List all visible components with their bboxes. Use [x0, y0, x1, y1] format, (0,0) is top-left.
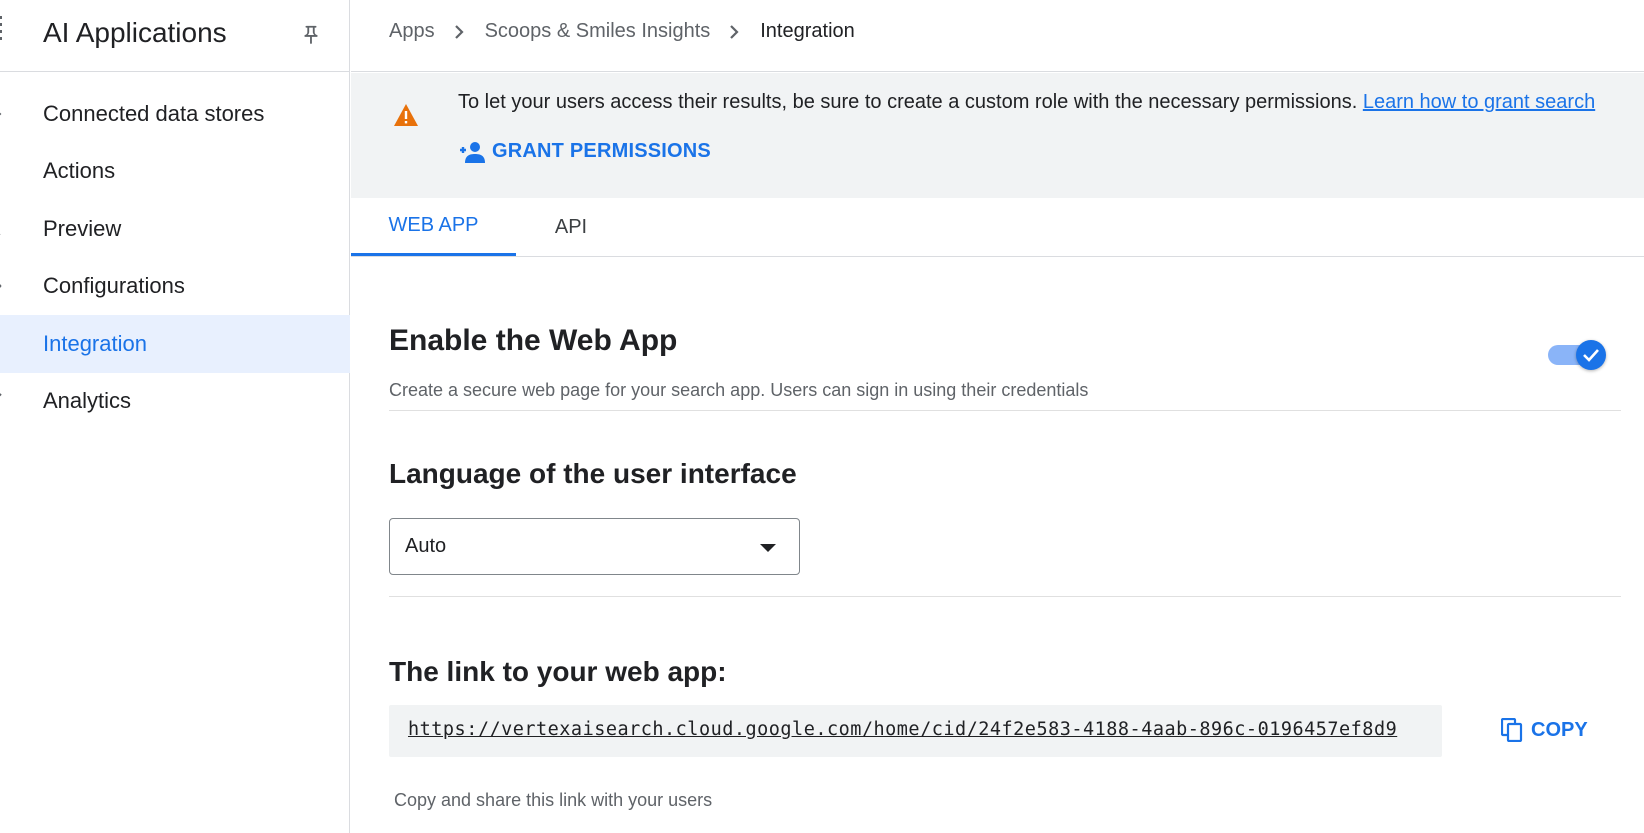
- language-select[interactable]: Auto: [389, 518, 800, 575]
- tab-web-app[interactable]: WEB APP: [351, 198, 516, 256]
- sidebar-item-connected-data-stores[interactable]: Connected data stores: [0, 85, 350, 143]
- divider: [389, 410, 1621, 411]
- sidebar-item-label: Analytics: [43, 388, 132, 414]
- pin-icon[interactable]: [300, 22, 322, 48]
- tab-api[interactable]: API: [516, 198, 626, 256]
- language-select-value: Auto: [405, 535, 447, 557]
- sidebar-item-label: Configurations: [43, 273, 185, 299]
- warning-icon: [394, 104, 418, 126]
- database-icon: [0, 112, 2, 116]
- enable-web-app-toggle[interactable]: [1548, 338, 1608, 372]
- chevron-right-icon: [454, 24, 464, 39]
- grant-permissions-label: GRANT PERMISSIONS: [492, 140, 711, 162]
- sidebar-item-actions[interactable]: Actions: [0, 143, 350, 201]
- actions-icon: [0, 162, 6, 180]
- sidebar-item-label: Connected data stores: [43, 100, 265, 126]
- grant-permissions-button[interactable]: GRANT PERMISSIONS: [458, 140, 711, 163]
- sidebar-header: AI Applications: [0, 0, 350, 72]
- enable-web-app-title: Enable the Web App: [389, 324, 678, 357]
- enable-web-app-description: Create a secure web page for your search…: [389, 380, 1089, 400]
- sidebar-item-analytics[interactable]: Analytics: [0, 373, 350, 431]
- divider: [389, 596, 1621, 597]
- analytics-icon: [0, 393, 2, 397]
- banner-message-text: To let your users access their results, …: [458, 91, 1363, 113]
- header-bar: Apps Scoops & Smiles Insights Integratio…: [351, 0, 1644, 72]
- web-app-link-title: The link to your web app:: [389, 656, 727, 687]
- check-icon: [1583, 349, 1599, 362]
- sidebar-item-configurations[interactable]: Configurations: [0, 258, 350, 316]
- app-title: AI Applications: [43, 17, 227, 48]
- permissions-banner: To let your users access their results, …: [351, 73, 1644, 198]
- breadcrumb-app-name[interactable]: Scoops & Smiles Insights: [485, 20, 711, 43]
- banner-message: To let your users access their results, …: [458, 91, 1595, 114]
- sidebar-item-label: Actions: [43, 158, 116, 184]
- integration-icon: [0, 335, 6, 353]
- copy-icon: [1501, 718, 1523, 742]
- product-logo-icon: [0, 16, 2, 40]
- sidebar-item-label: Integration: [43, 330, 147, 356]
- sidebar-item-integration[interactable]: Integration: [0, 315, 350, 373]
- web-app-url-link[interactable]: https://vertexaisearch.cloud.google.com/…: [408, 719, 1397, 740]
- copy-link-button[interactable]: COPY: [1501, 718, 1588, 742]
- copy-link-hint: Copy and share this link with your users: [394, 790, 713, 810]
- sidebar: AI Applications Connected data stores Ac…: [0, 0, 350, 833]
- breadcrumb-current: Integration: [760, 20, 855, 42]
- dropdown-arrow-icon: [760, 544, 776, 552]
- breadcrumb-apps[interactable]: Apps: [389, 20, 435, 43]
- chevron-right-icon: [730, 24, 739, 39]
- web-app-url-box: https://vertexaisearch.cloud.google.com/…: [389, 705, 1442, 757]
- language-title: Language of the user interface: [389, 458, 797, 489]
- sidebar-item-label: Preview: [43, 215, 122, 241]
- learn-more-link[interactable]: Learn how to grant search: [1363, 91, 1595, 113]
- config-icon: [0, 284, 2, 289]
- breadcrumb: Apps Scoops & Smiles Insights Integratio…: [389, 20, 855, 43]
- toggle-thumb: [1576, 340, 1606, 370]
- main-content: Enable the Web App Create a secure web p…: [351, 258, 1644, 833]
- person-add-icon: [460, 141, 485, 163]
- copy-label: COPY: [1531, 718, 1588, 741]
- sidebar-item-preview[interactable]: Preview: [0, 200, 350, 258]
- tab-bar: WEB APP API: [351, 198, 1644, 257]
- preview-icon: [0, 233, 1, 235]
- sidebar-nav: Connected data stores Actions Preview Co…: [0, 85, 350, 430]
